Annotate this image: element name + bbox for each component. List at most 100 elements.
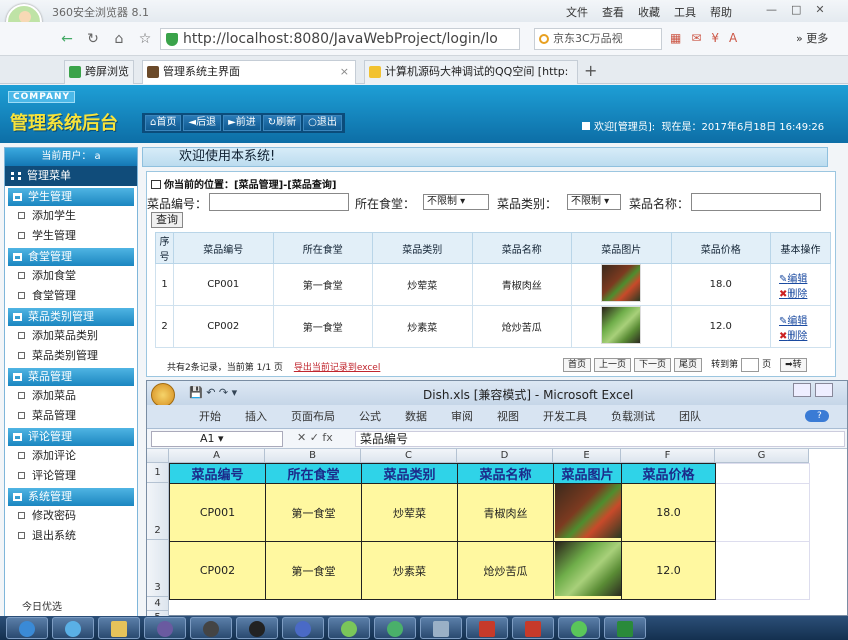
tab-admin-main[interactable]: 管理系统主界面 × [142,60,356,84]
next-page-button[interactable]: 下一页 [634,358,672,372]
home-icon[interactable]: ⌂ [110,30,128,48]
refresh-icon[interactable]: ↻ [84,30,102,48]
canteen-select[interactable]: 不限制 ▾ [423,194,489,210]
sidebar-item-add-comment[interactable]: 添加评论 [8,446,134,466]
menu-favorites[interactable]: 收藏 [638,4,660,20]
ribbon-tab-data[interactable]: 数据 [393,405,439,428]
ribbon-tab-review[interactable]: 审阅 [439,405,485,428]
ribbon-tab-home[interactable]: 开始 [187,405,233,428]
sheet-cell[interactable]: 第一食堂 [265,483,362,542]
taskbar-app-360[interactable] [328,617,370,639]
sheet-cell[interactable]: 炝炒苦瓜 [457,541,554,600]
ribbon-tab-formulas[interactable]: 公式 [347,405,393,428]
ribbon-tab-developer[interactable]: 开发工具 [531,405,599,428]
name-box[interactable]: A1 ▾ [151,431,283,447]
minimize-icon[interactable] [793,383,811,397]
sheet-empty-cell[interactable] [715,463,810,484]
help-icon[interactable]: ? [805,410,829,422]
mail-icon[interactable]: ✉ [691,31,701,45]
start-button[interactable] [6,617,48,639]
menu-tools[interactable]: 工具 [674,4,696,20]
last-page-button[interactable]: 尾页 [674,358,703,372]
edit-link[interactable]: ✎编辑 [771,270,830,285]
sidebar-item-logout[interactable]: 退出系统 [8,526,134,546]
sidebar-item-add-student[interactable]: 添加学生 [8,206,134,226]
minimize-icon[interactable]: — [766,3,777,16]
ribbon-tab-load-test[interactable]: 负载测试 [599,405,667,428]
function-icon[interactable]: ✕ ✓ fx [297,431,333,444]
row-header[interactable]: 4 [147,597,169,611]
ribbon-tab-view[interactable]: 视图 [485,405,531,428]
nav-forward-button[interactable]: ►前进 [223,115,261,131]
sheet-header-cell[interactable]: 菜品图片 [553,463,622,484]
sheet-header-cell[interactable]: 菜品类别 [361,463,458,484]
group-title[interactable]: 评论管理 [8,428,134,446]
sheet-cell[interactable]: 炒素菜 [361,541,458,600]
formula-input[interactable]: 菜品编号 [355,431,845,447]
sheet-cell[interactable]: 12.0 [621,541,716,600]
page-number-input[interactable] [741,358,760,372]
sidebar-item-add-canteen[interactable]: 添加食堂 [8,266,134,286]
group-title[interactable]: 系统管理 [8,488,134,506]
tab-cross-screen[interactable]: 跨屏浏览 [64,60,134,84]
taskbar-app-notes[interactable] [420,617,462,639]
sidebar-item-comment-manage[interactable]: 评论管理 [8,466,134,486]
sidebar-item-add-category[interactable]: 添加菜品类别 [8,326,134,346]
delete-link[interactable]: ✖删除 [771,327,830,342]
money-icon[interactable]: ¥ [711,31,719,45]
prev-page-button[interactable]: 上一页 [594,358,632,372]
restore-icon[interactable] [815,383,833,397]
star-icon[interactable]: ☆ [136,30,154,48]
column-header[interactable]: C [361,449,457,463]
query-button[interactable]: 查询 [151,212,183,228]
row-header[interactable]: 1 [147,463,169,483]
sheet-header-cell[interactable]: 菜品名称 [457,463,554,484]
column-header[interactable]: E [553,449,621,463]
taskbar-app-eclipse[interactable] [144,617,186,639]
menu-view[interactable]: 查看 [602,4,624,20]
column-header[interactable]: A [169,449,265,463]
code-input[interactable] [209,193,349,211]
column-header[interactable]: G [715,449,809,463]
name-input[interactable] [691,193,821,211]
nav-home-button[interactable]: ⌂首页 [145,115,182,131]
sidebar-item-category-manage[interactable]: 菜品类别管理 [8,346,134,366]
taskbar-app-folder[interactable] [98,617,140,639]
sidebar-item-change-password[interactable]: 修改密码 [8,506,134,526]
nav-back-button[interactable]: ◄后退 [183,115,222,131]
menu-help[interactable]: 帮助 [710,4,732,20]
sheet-cell[interactable]: CP001 [169,483,266,542]
sidebar-item-canteen-manage[interactable]: 食堂管理 [8,286,134,306]
taskbar-app-db[interactable] [190,617,232,639]
ribbon-tab-page-layout[interactable]: 页面布局 [279,405,347,428]
sheet-image-cell[interactable] [553,483,622,542]
group-title[interactable]: 食堂管理 [8,248,134,266]
back-icon[interactable]: ← [58,30,76,48]
nav-refresh-button[interactable]: ↻刷新 [262,115,302,131]
sheet-cell[interactable]: 第一食堂 [265,541,362,600]
sheet-cell[interactable]: 18.0 [621,483,716,542]
sheet-header-cell[interactable]: 菜品价格 [621,463,716,484]
sheet-header-cell[interactable]: 菜品编号 [169,463,266,484]
sheet-cell[interactable]: CP002 [169,541,266,600]
ribbon-tab-team[interactable]: 团队 [667,405,713,428]
column-header[interactable]: D [457,449,553,463]
category-select[interactable]: 不限制 ▾ [567,194,621,210]
translate-icon[interactable]: A [729,31,737,45]
sheet-header-cell[interactable]: 所在食堂 [265,463,362,484]
column-header[interactable]: B [265,449,361,463]
taskbar-app-globe[interactable] [282,617,324,639]
sidebar-item-dish-manage[interactable]: 菜品管理 [8,406,134,426]
export-excel-link[interactable]: 导出当前记录到excel [294,363,381,373]
sheet-empty-cell[interactable] [715,483,810,542]
group-title[interactable]: 学生管理 [8,188,134,206]
taskbar-app-browser[interactable] [52,617,94,639]
sheet-empty-cell[interactable] [715,541,810,600]
taskbar-app-red1[interactable] [466,617,508,639]
tab-qq-space[interactable]: 计算机源码大神调试的QQ空间 [http: [364,60,578,84]
close-tab-icon[interactable]: × [340,61,349,83]
quick-access-toolbar[interactable]: 💾 ↶ ↷ ▾ [189,386,237,399]
search-input[interactable]: 京东3C万品视 [534,28,662,50]
sidebar-item-add-dish[interactable]: 添加菜品 [8,386,134,406]
sidebar-item-student-manage[interactable]: 学生管理 [8,226,134,246]
